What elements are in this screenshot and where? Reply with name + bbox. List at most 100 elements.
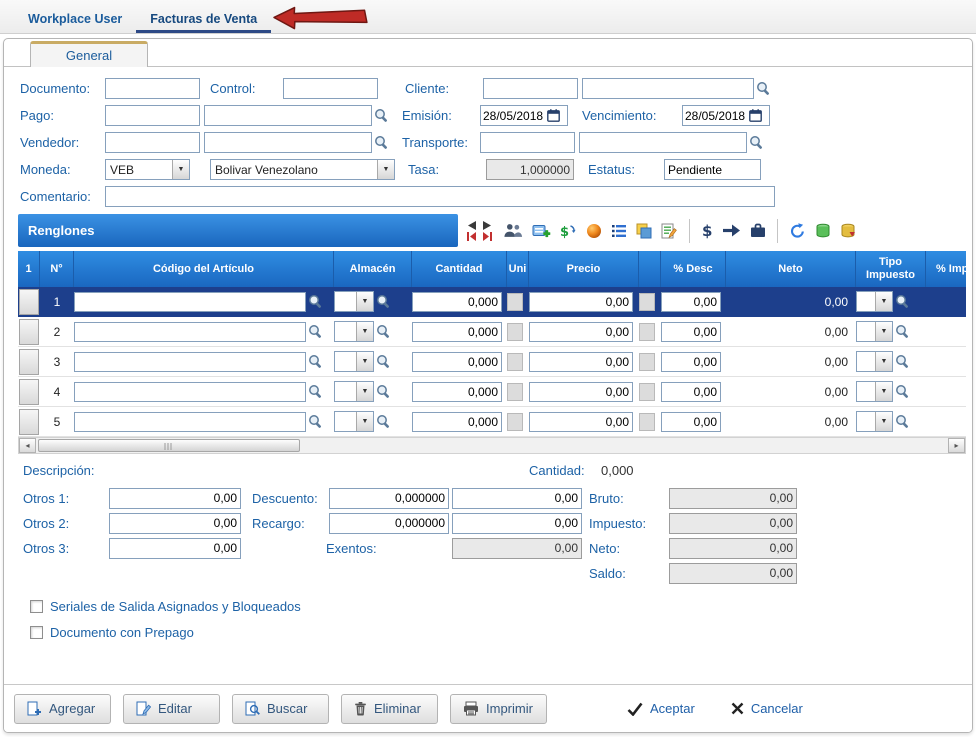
precio-input[interactable]: [529, 352, 633, 372]
precio-input[interactable]: [529, 412, 633, 432]
database-import-icon[interactable]: [840, 223, 856, 239]
vendedor-name-input[interactable]: [204, 132, 372, 153]
search-icon[interactable]: [308, 324, 323, 339]
recargo-amount-input[interactable]: [452, 513, 582, 534]
coin-icon[interactable]: [586, 223, 602, 239]
imprimir-button[interactable]: Imprimir: [450, 694, 547, 724]
tipo-impuesto-select[interactable]: ▼: [856, 291, 893, 312]
refresh-icon[interactable]: [789, 223, 806, 239]
search-icon[interactable]: [895, 324, 910, 339]
almacen-select[interactable]: ▼: [334, 321, 374, 342]
almacen-select[interactable]: ▼: [334, 291, 374, 312]
scrollbar-thumb[interactable]: [38, 439, 300, 452]
precio-input[interactable]: [529, 292, 633, 312]
moneda-code-select[interactable]: VEB ▼: [105, 159, 190, 180]
almacen-select[interactable]: ▼: [334, 381, 374, 402]
search-icon[interactable]: [308, 384, 323, 399]
desc-pct-input[interactable]: [661, 292, 721, 312]
precio-input[interactable]: [529, 382, 633, 402]
dollar-icon[interactable]: $: [701, 222, 713, 239]
codigo-articulo-input[interactable]: [74, 352, 306, 372]
tipo-impuesto-select[interactable]: ▼: [856, 321, 893, 342]
tab-facturas-de-venta[interactable]: Facturas de Venta: [136, 4, 271, 33]
search-icon[interactable]: [895, 354, 910, 369]
price-update-icon[interactable]: $: [560, 223, 577, 239]
tipo-impuesto-select[interactable]: ▼: [856, 411, 893, 432]
search-icon[interactable]: [376, 384, 391, 399]
row-selector[interactable]: [19, 379, 39, 405]
last-record-icon[interactable]: [482, 232, 493, 241]
row-selector[interactable]: [19, 289, 39, 315]
cancelar-button[interactable]: Cancelar: [719, 694, 815, 724]
cantidad-input[interactable]: [412, 322, 502, 342]
otros3-input[interactable]: [109, 538, 241, 559]
desc-pct-input[interactable]: [661, 352, 721, 372]
prepago-checkbox[interactable]: [30, 626, 43, 639]
briefcase-icon[interactable]: [750, 223, 766, 238]
pago-name-input[interactable]: [204, 105, 372, 126]
transporte-code-input[interactable]: [480, 132, 575, 153]
cliente-name-input[interactable]: [582, 78, 754, 99]
search-icon[interactable]: [376, 414, 391, 429]
aceptar-button[interactable]: Aceptar: [615, 694, 707, 724]
codigo-articulo-input[interactable]: [74, 292, 306, 312]
agregar-button[interactable]: Agregar: [14, 694, 111, 724]
tipo-impuesto-select[interactable]: ▼: [856, 381, 893, 402]
search-icon[interactable]: [376, 294, 391, 309]
search-icon[interactable]: [376, 354, 391, 369]
first-record-icon[interactable]: [466, 232, 477, 241]
search-icon[interactable]: [308, 414, 323, 429]
edit-sheet-icon[interactable]: [661, 223, 678, 239]
search-icon[interactable]: [749, 135, 764, 150]
users-icon[interactable]: [503, 223, 523, 238]
vencimiento-date-field[interactable]: [682, 105, 770, 126]
desc-pct-input[interactable]: [661, 412, 721, 432]
calendar-icon[interactable]: [749, 109, 762, 122]
codigo-articulo-input[interactable]: [74, 322, 306, 342]
descuento-rate-input[interactable]: [329, 488, 449, 509]
almacen-select[interactable]: ▼: [334, 351, 374, 372]
prev-record-icon[interactable]: [466, 221, 477, 230]
desc-pct-input[interactable]: [661, 382, 721, 402]
row-selector[interactable]: [19, 409, 39, 435]
vencimiento-date-input[interactable]: [685, 109, 749, 123]
cantidad-input[interactable]: [412, 412, 502, 432]
tipo-impuesto-select[interactable]: ▼: [856, 351, 893, 372]
eliminar-button[interactable]: Eliminar: [341, 694, 438, 724]
search-icon[interactable]: [376, 324, 391, 339]
documento-input[interactable]: [105, 78, 200, 99]
codigo-articulo-input[interactable]: [74, 382, 306, 402]
desc-pct-input[interactable]: [661, 322, 721, 342]
buscar-button[interactable]: Buscar: [232, 694, 329, 724]
scroll-left-button[interactable]: ◂: [19, 438, 36, 453]
otros1-input[interactable]: [109, 488, 241, 509]
codigo-articulo-input[interactable]: [74, 412, 306, 432]
otros2-input[interactable]: [109, 513, 241, 534]
horizontal-scrollbar[interactable]: ◂ ▸: [18, 437, 966, 454]
vendedor-code-input[interactable]: [105, 132, 200, 153]
comentario-input[interactable]: [105, 186, 775, 207]
search-icon[interactable]: [895, 294, 910, 309]
emision-date-field[interactable]: [480, 105, 568, 126]
search-icon[interactable]: [308, 294, 323, 309]
cantidad-input[interactable]: [412, 382, 502, 402]
recargo-rate-input[interactable]: [329, 513, 449, 534]
control-input[interactable]: [283, 78, 378, 99]
row-selector[interactable]: [19, 349, 39, 375]
add-article-icon[interactable]: [532, 223, 551, 239]
search-icon[interactable]: [374, 108, 389, 123]
row-selector[interactable]: [19, 319, 39, 345]
tab-workplace-user[interactable]: Workplace User: [14, 4, 136, 33]
search-icon[interactable]: [895, 384, 910, 399]
search-icon[interactable]: [308, 354, 323, 369]
transporte-name-input[interactable]: [579, 132, 747, 153]
editar-button[interactable]: Editar: [123, 694, 220, 724]
moneda-name-select[interactable]: Bolivar Venezolano ▼: [210, 159, 395, 180]
almacen-select[interactable]: ▼: [334, 411, 374, 432]
pago-code-input[interactable]: [105, 105, 200, 126]
cantidad-input[interactable]: [412, 352, 502, 372]
next-record-icon[interactable]: [482, 221, 493, 230]
scroll-right-button[interactable]: ▸: [948, 438, 965, 453]
emision-date-input[interactable]: [483, 109, 547, 123]
descuento-amount-input[interactable]: [452, 488, 582, 509]
